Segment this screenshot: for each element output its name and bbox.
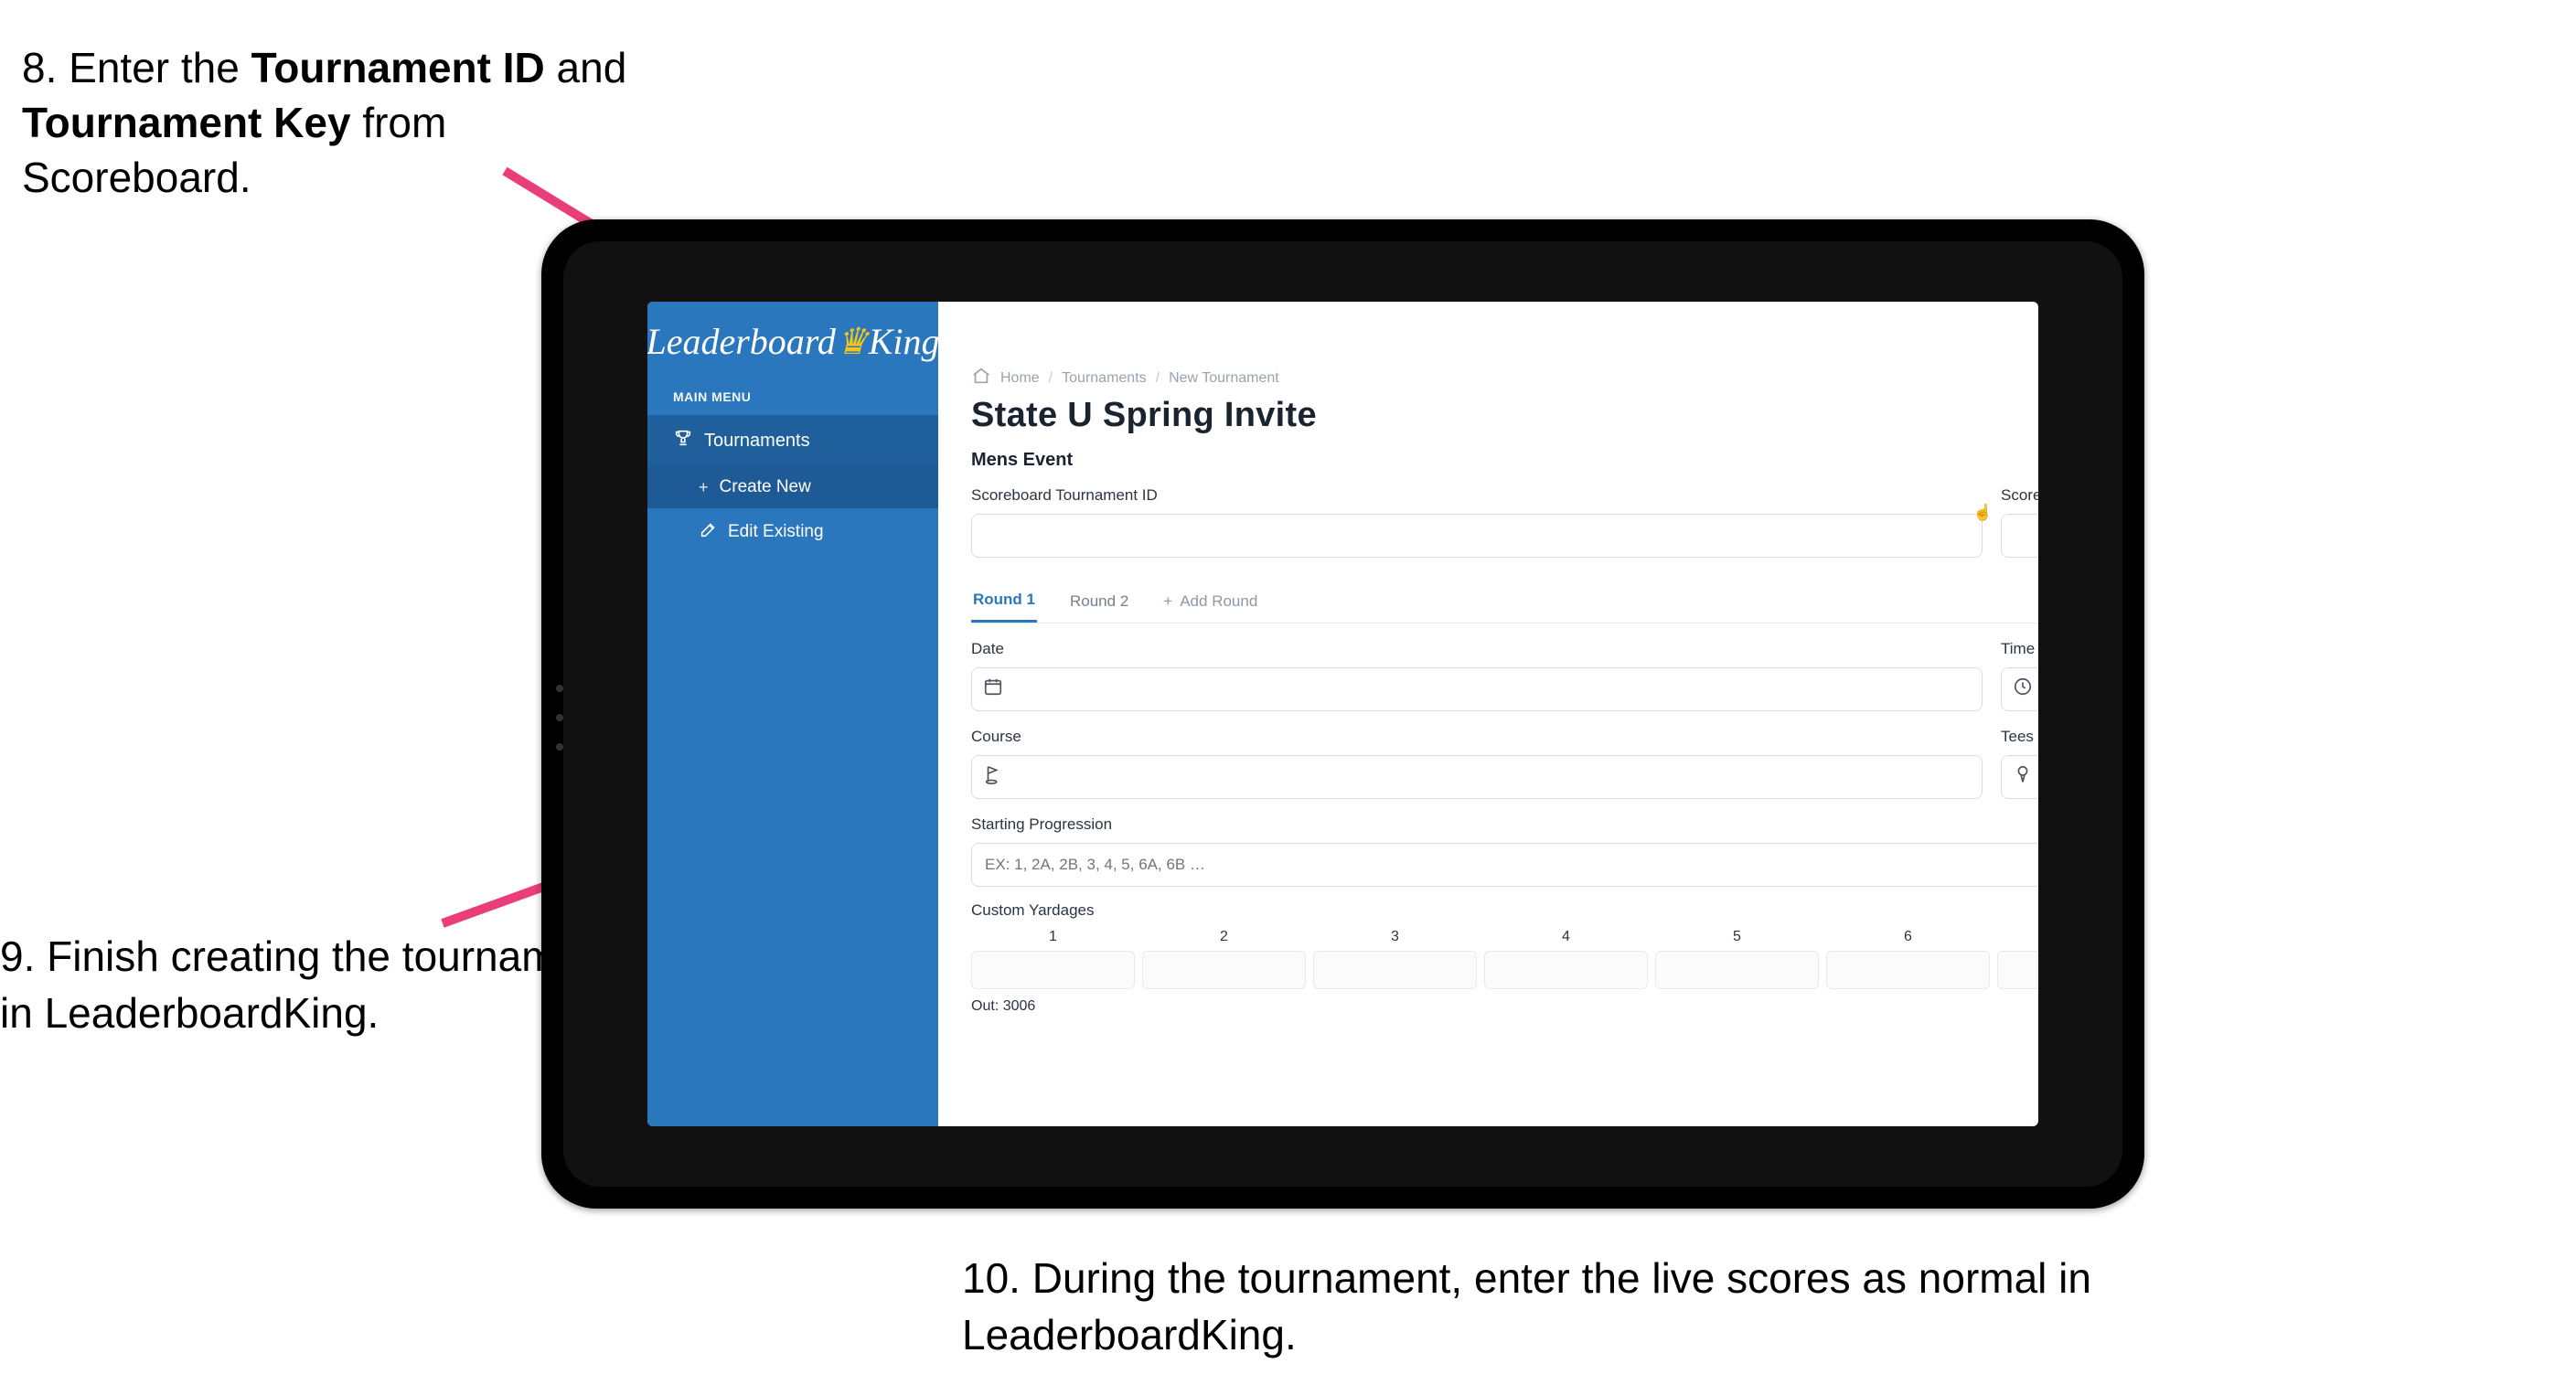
breadcrumb-home[interactable]: Home xyxy=(1000,370,1040,387)
yardage-input[interactable] xyxy=(1313,951,1477,989)
tab-round-2[interactable]: Round 2 xyxy=(1068,581,1130,622)
clock-icon xyxy=(2013,677,2036,702)
breadcrumb: Home / Tournaments / New Tournament xyxy=(971,366,2038,390)
yardage-hole-number: 1 xyxy=(971,929,1135,945)
input-tees[interactable] xyxy=(2001,755,2038,799)
label-starting-progression: Starting Progression xyxy=(971,815,2038,834)
tee-icon xyxy=(2013,764,2036,790)
content: Home / Tournaments / New Tournament Stat… xyxy=(938,362,2038,1071)
yardage-hole-number: 3 xyxy=(1313,929,1477,945)
yardage-input[interactable] xyxy=(1142,951,1306,989)
yardage-hole-number: 6 xyxy=(1826,929,1990,945)
yardage-hole-number: 2 xyxy=(1142,929,1306,945)
plus-icon: + xyxy=(699,478,709,497)
tablet-camera-icon xyxy=(556,685,563,692)
page-title: State U Spring Invite xyxy=(971,396,2038,435)
step-8-callout: 8. Enter the Tournament ID and Tournamen… xyxy=(22,41,662,205)
step-8-text: 8. Enter the xyxy=(22,44,251,91)
yardage-input[interactable] xyxy=(1997,951,2038,989)
topbar: Sign In xyxy=(938,302,2038,362)
round-tabs: Round 1 Round 2 + Add Round xyxy=(971,580,2038,623)
sidebar-item-label: Edit Existing xyxy=(728,522,824,542)
edit-icon xyxy=(699,519,717,545)
app-logo[interactable]: Leaderboard♛King xyxy=(647,302,938,380)
crown-icon: ♛ xyxy=(836,321,869,362)
app-screen: Leaderboard♛King MAIN MENU Tournaments +… xyxy=(647,302,2038,1126)
tablet-camera-icon xyxy=(556,743,563,751)
yardage-hole-number: 7 xyxy=(1997,929,2038,945)
input-course[interactable] xyxy=(971,755,1983,799)
flag-icon xyxy=(983,764,1007,790)
step-10-callout: 10. During the tournament, enter the liv… xyxy=(962,1250,2242,1363)
input-sb-tournament-id[interactable] xyxy=(971,514,1983,558)
calendar-icon xyxy=(983,677,1007,702)
sidebar-item-create-new[interactable]: + Create New xyxy=(647,466,938,508)
yardage-input[interactable] xyxy=(1484,951,1648,989)
plus-icon: + xyxy=(1163,592,1172,611)
main-area: Sign In Home / Tournaments / New Tournam… xyxy=(938,302,2038,1126)
yardage-hole-number: 5 xyxy=(1655,929,1819,945)
yardage-input[interactable] xyxy=(971,951,1135,989)
input-date[interactable] xyxy=(971,667,1983,711)
yardage-input[interactable] xyxy=(1655,951,1819,989)
step-8-bold-1: Tournament ID xyxy=(251,44,545,91)
yardage-hole-numbers: 123456789101112131415161718 xyxy=(971,929,2038,945)
tab-round-1[interactable]: Round 1 xyxy=(971,580,1037,623)
footer-links: Product Features Pricing Resources Terms… xyxy=(938,1071,2038,1126)
input-sb-tournament-key[interactable] xyxy=(2001,514,2038,558)
yardage-hole-number: 4 xyxy=(1484,929,1648,945)
sidebar-item-tournaments[interactable]: Tournaments xyxy=(647,415,938,466)
sidebar-item-label: Tournaments xyxy=(704,431,810,452)
yardage-input[interactable] xyxy=(1826,951,1990,989)
breadcrumb-tournaments[interactable]: Tournaments xyxy=(1062,370,1147,387)
yardage-out-total: Out: 3006 xyxy=(971,998,1035,1015)
label-sb-tournament-id: Scoreboard Tournament ID xyxy=(971,486,1983,505)
tablet-frame: Leaderboard♛King MAIN MENU Tournaments +… xyxy=(541,219,2144,1209)
tablet-camera-icon xyxy=(556,714,563,721)
tab-add-round[interactable]: + Add Round xyxy=(1161,581,1259,622)
breadcrumb-new-tournament: New Tournament xyxy=(1169,370,1279,387)
label-course: Course xyxy=(971,728,1983,746)
yardage-inputs-row xyxy=(971,951,2038,989)
sidebar: Leaderboard♛King MAIN MENU Tournaments +… xyxy=(647,302,938,1126)
trophy-icon xyxy=(673,428,691,453)
sidebar-menu-header: MAIN MENU xyxy=(647,380,938,415)
label-time: Time xyxy=(2001,640,2038,658)
label-date: Date xyxy=(971,640,1983,658)
home-icon[interactable] xyxy=(971,366,991,390)
label-custom-yardages: Custom Yardages xyxy=(971,901,2038,920)
input-time[interactable] xyxy=(2001,667,2038,711)
sidebar-item-label: Create New xyxy=(720,477,811,497)
step-8-bold-2: Tournament Key xyxy=(22,99,351,146)
section-title: Mens Event xyxy=(971,450,1073,471)
label-tees: Tees xyxy=(2001,728,2038,746)
label-sb-tournament-key: Scoreboard Tournament Key xyxy=(2001,486,2038,505)
input-starting-progression[interactable] xyxy=(971,843,2038,887)
sidebar-item-edit-existing[interactable]: Edit Existing xyxy=(647,508,938,556)
